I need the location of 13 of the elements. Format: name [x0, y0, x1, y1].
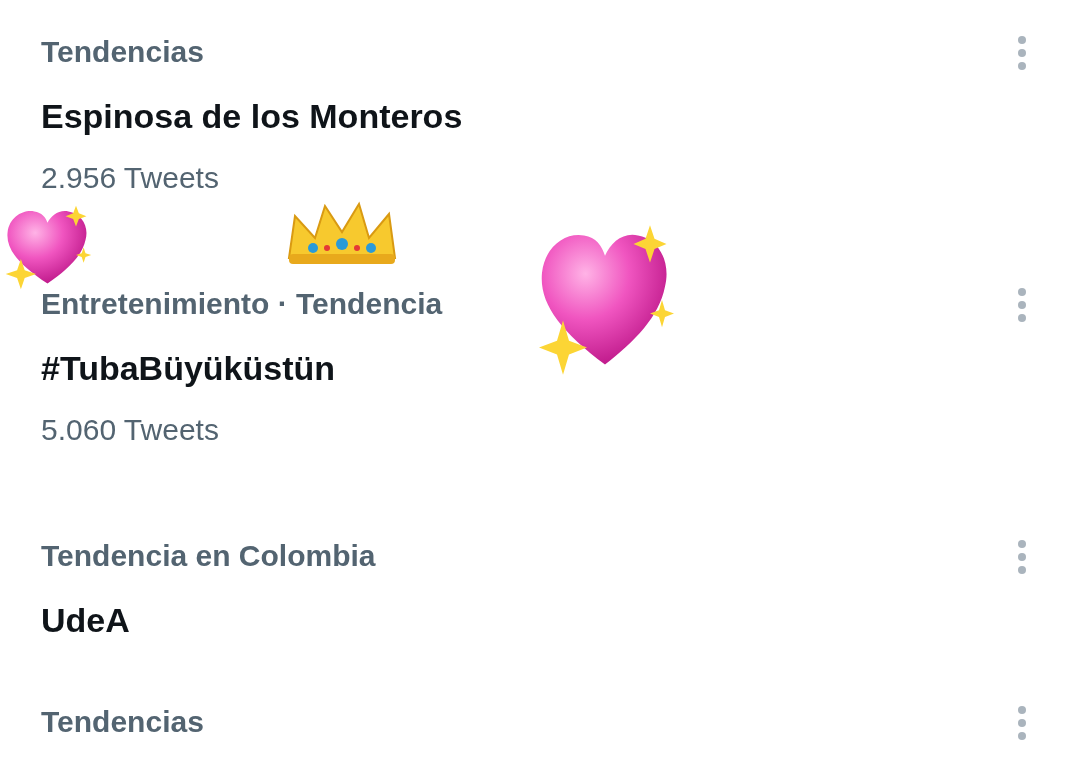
trend-context: Tendencias — [41, 704, 204, 740]
trend-title[interactable]: UdeA — [41, 578, 130, 662]
trend-context: Tendencias — [41, 34, 204, 70]
more-options-icon[interactable] — [1016, 706, 1028, 740]
tweet-count: 2.956 Tweets — [41, 160, 219, 196]
more-options-icon[interactable] — [1016, 36, 1028, 70]
trend-title[interactable]: Espinosa de los Monteros — [41, 74, 463, 158]
trend-context: Tendencia en Colombia — [41, 538, 376, 574]
more-options-icon[interactable] — [1016, 540, 1028, 574]
trend-title[interactable]: #TubaBüyüküstün — [41, 326, 336, 410]
trend-context: Entretenimiento · Tendencia — [41, 286, 443, 322]
tweet-count: 5.060 Tweets — [41, 412, 219, 448]
more-options-icon[interactable] — [1016, 288, 1028, 322]
